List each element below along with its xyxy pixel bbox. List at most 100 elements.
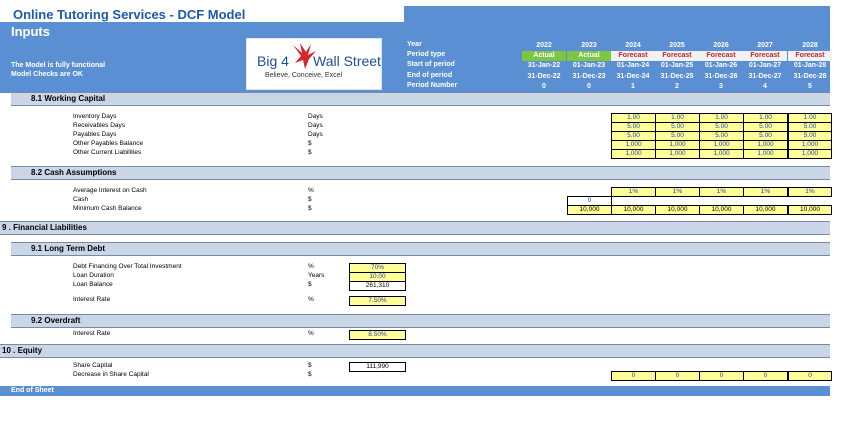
section-equity: 10 . Equity xyxy=(0,344,830,358)
input-cell[interactable]: 1% xyxy=(655,187,700,197)
input-cell[interactable]: 8.50% xyxy=(349,330,406,340)
label-period-number: Period Number xyxy=(407,82,458,89)
row-label-average-interest: Average Interest on Cash xyxy=(73,187,147,194)
input-cell[interactable]: 10,000 xyxy=(611,205,656,215)
row-label-minimum-cash: Minimum Cash Balance xyxy=(73,205,142,212)
unit-cell: % xyxy=(308,296,314,303)
label-start-of-period: Start of period xyxy=(407,61,455,68)
end-of-sheet-bar xyxy=(0,386,830,396)
start-date-cell: 01-Jan-27 xyxy=(748,62,782,69)
start-date-cell: 01-Jan-24 xyxy=(616,62,650,69)
input-cell[interactable]: 10,000 xyxy=(743,205,788,215)
input-cell[interactable]: 0 xyxy=(611,371,656,381)
year-cell: 2023 xyxy=(581,42,597,49)
input-cell[interactable]: 7.50% xyxy=(349,296,406,306)
input-cell[interactable]: 10,000 xyxy=(655,205,700,215)
unit-cell: $ xyxy=(308,140,312,147)
input-cell[interactable]: 10,000 xyxy=(699,205,744,215)
input-cell[interactable]: 10,000 xyxy=(567,205,612,215)
period-number-cell: 3 xyxy=(719,83,723,90)
end-date-cell: 31-Dec-28 xyxy=(793,73,827,80)
input-cell[interactable]: 1% xyxy=(743,187,788,197)
unit-cell: $ xyxy=(308,196,312,203)
section-working-capital: 8.1 Working Capital xyxy=(11,92,830,106)
input-cell[interactable]: 0 xyxy=(655,371,700,381)
label-year: Year xyxy=(407,41,422,48)
end-date-cell: 31-Dec-22 xyxy=(527,73,561,80)
unit-cell: $ xyxy=(308,362,312,369)
section-overdraft: 9.2 Overdraft xyxy=(11,314,830,328)
unit-cell: $ xyxy=(308,149,312,156)
logo-tagline: Believe, Conceive, Excel xyxy=(265,72,343,79)
section-financial-liabilities: 9 . Financial Liabilities xyxy=(0,221,830,235)
end-date-cell: 31-Dec-27 xyxy=(748,73,782,80)
end-date-cell: 31-Dec-26 xyxy=(704,73,738,80)
input-cell[interactable]: 0 xyxy=(743,371,788,381)
row-label-decrease-share-capital: Decrease in Share Capital xyxy=(73,371,149,378)
row-label-loan-duration: Loan Duration xyxy=(73,272,114,279)
unit-cell: Days xyxy=(308,122,323,129)
status-checks: Model Checks are OK xyxy=(11,71,83,78)
period-type-forecast: Forecast xyxy=(655,51,699,61)
input-cell[interactable]: 1,000 xyxy=(655,149,700,159)
end-of-sheet-label: End of Sheet xyxy=(11,387,54,394)
row-label-receivables-days: Receivables Days xyxy=(73,122,126,129)
start-date-cell: 01-Jan-23 xyxy=(572,62,606,69)
section-title: 9 . Financial Liabilities xyxy=(2,223,87,232)
row-label-interest-rate: Interest Rate xyxy=(73,296,111,303)
row-label-other-current-liabilities: Other Current Liabilities xyxy=(73,149,142,156)
end-date-cell: 31-Dec-24 xyxy=(616,73,650,80)
start-date-cell: 01-Jan-26 xyxy=(704,62,738,69)
input-cell[interactable]: 1% xyxy=(699,187,744,197)
input-cell[interactable]: 1,000 xyxy=(611,149,656,159)
period-number-cell: 0 xyxy=(542,83,546,90)
input-cell[interactable]: 1,000 xyxy=(743,149,788,159)
input-cell[interactable]: 1,000 xyxy=(699,149,744,159)
label-period-type: Period type xyxy=(407,51,446,58)
unit-cell: Years xyxy=(308,272,325,279)
section-title: 8.2 Cash Assumptions xyxy=(31,168,117,177)
input-cell[interactable]: 0 xyxy=(788,371,832,381)
period-type-actual: Actual xyxy=(522,51,566,61)
start-date-cell: 31-Jan-22 xyxy=(527,62,561,69)
input-cell[interactable]: 1,000 xyxy=(788,149,832,159)
input-cell[interactable]: 1% xyxy=(611,187,656,197)
loan-balance-cell: 261,310 xyxy=(349,281,406,291)
period-number-cell: 1 xyxy=(631,83,635,90)
period-number-cell: 4 xyxy=(763,83,767,90)
section-title: 10 . Equity xyxy=(2,346,43,355)
status-functional: The Model is fully functional xyxy=(11,62,106,69)
unit-cell: Days xyxy=(308,113,323,120)
input-cell[interactable]: 111,990 xyxy=(349,362,406,372)
label-end-of-period: End of period xyxy=(407,72,453,79)
row-label-cash: Cash xyxy=(73,196,89,203)
model-title: Online Tutoring Services - DCF Model xyxy=(13,7,246,22)
period-number-cell: 5 xyxy=(808,83,812,90)
period-type-actual: Actual xyxy=(567,51,611,61)
eagle-icon xyxy=(293,43,316,69)
unit-cell: Days xyxy=(308,131,323,138)
period-number-cell: 2 xyxy=(675,83,679,90)
section-title: 9.1 Long Term Debt xyxy=(31,244,106,253)
year-cell: 2025 xyxy=(669,42,685,49)
start-date-cell: 01-Jan-28 xyxy=(793,62,827,69)
row-label-share-capital: Share Capital xyxy=(73,362,113,369)
input-cell[interactable]: 1% xyxy=(788,187,832,197)
unit-cell: % xyxy=(308,187,314,194)
end-date-cell: 31-Dec-23 xyxy=(572,73,606,80)
input-cell[interactable]: 0 xyxy=(699,371,744,381)
year-cell: 2027 xyxy=(757,42,773,49)
big4-wallstreet-logo: Big 4 Wall Street Believe, Conceive, Exc… xyxy=(246,38,382,90)
row-label-inventory-days: Inventory Days xyxy=(73,113,117,120)
row-label-overdraft-rate: Interest Rate xyxy=(73,330,111,337)
section-cash-assumptions: 8.2 Cash Assumptions xyxy=(11,166,830,180)
period-type-forecast: Forecast xyxy=(699,51,743,61)
input-cell[interactable]: 10,000 xyxy=(788,205,832,215)
year-cell: 2022 xyxy=(536,42,552,49)
period-type-forecast: Forecast xyxy=(788,51,832,61)
period-type-forecast: Forecast xyxy=(611,51,655,61)
unit-cell: $ xyxy=(308,371,312,378)
row-label-payables-days: Payables Days xyxy=(73,131,117,138)
section-long-term-debt: 9.1 Long Term Debt xyxy=(11,242,830,256)
row-label-other-payables: Other Payables Balance xyxy=(73,140,144,147)
